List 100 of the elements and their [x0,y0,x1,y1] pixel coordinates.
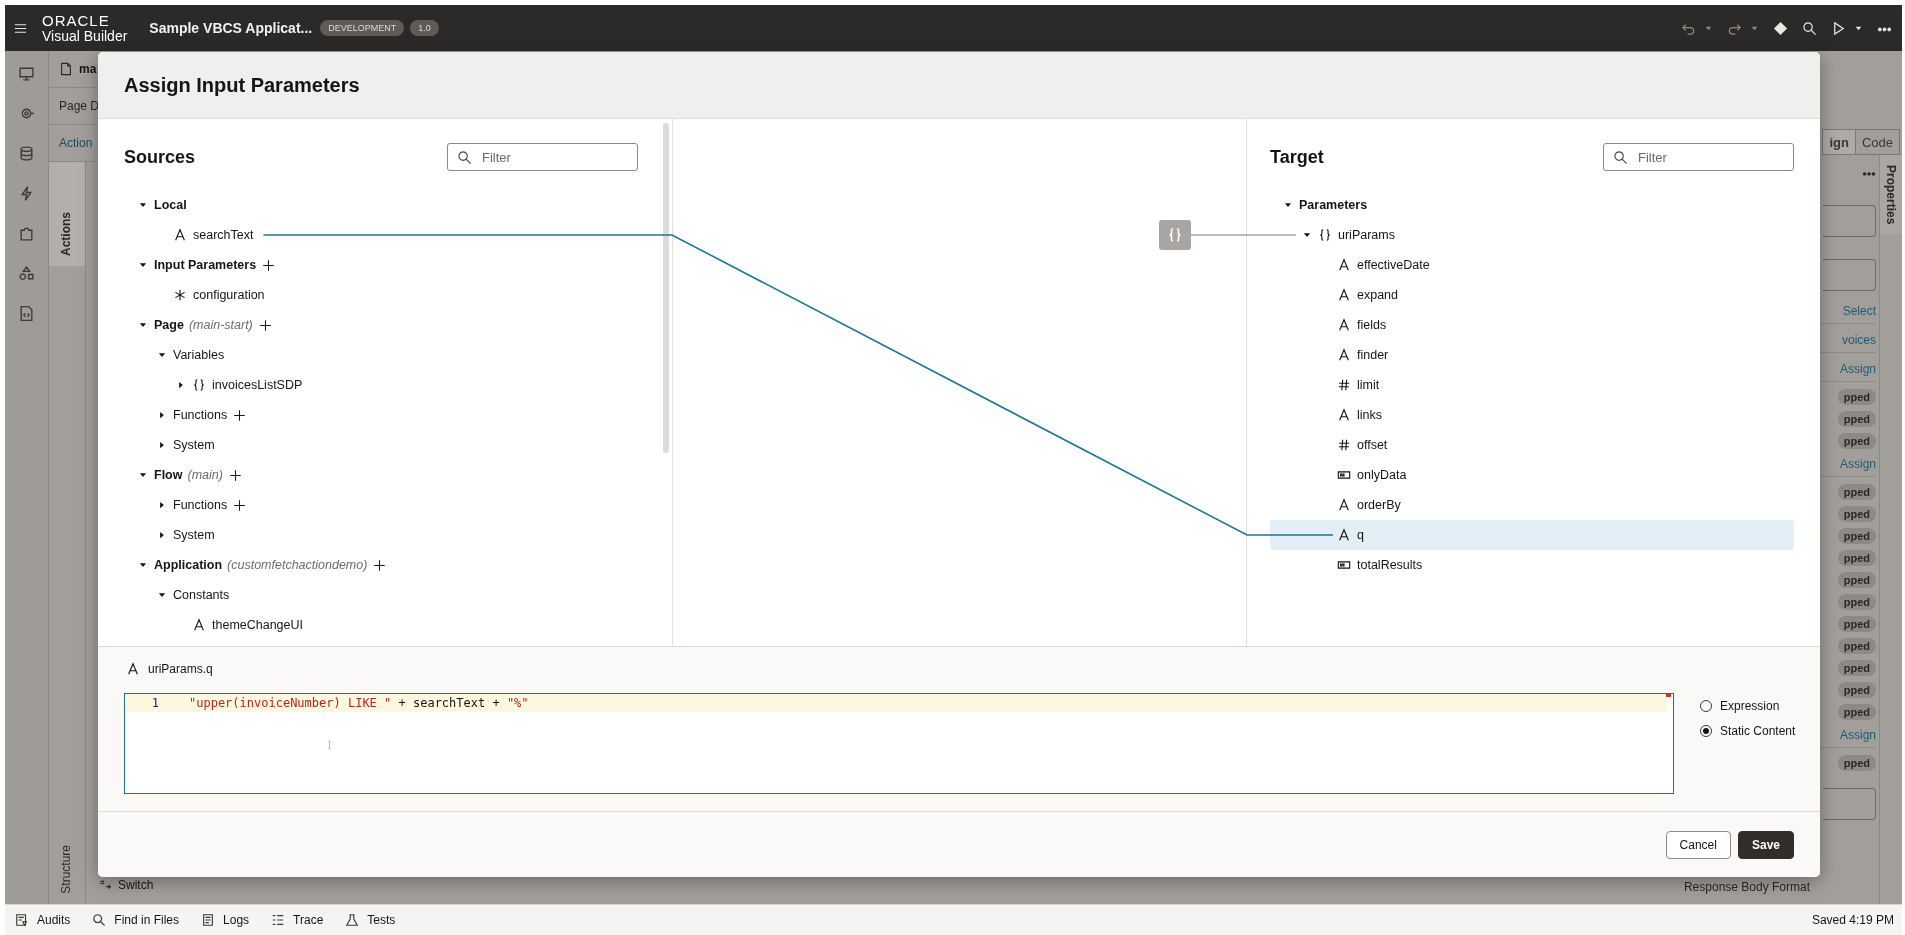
view-tab[interactable]: Code [1854,130,1899,154]
input-field[interactable] [1823,788,1876,820]
tree-row[interactable]: links [1270,400,1794,430]
tree-row[interactable]: uriParams [1270,220,1794,250]
report-icon[interactable] [15,913,29,927]
status-badge: pped [1837,528,1876,544]
status-badge: pped [1837,660,1876,676]
tree-row[interactable]: orderBy [1270,490,1794,520]
list-icon[interactable] [271,913,286,927]
status-badge: pped [1837,389,1876,405]
tree-row[interactable]: Parameters [1270,190,1794,220]
tree-label: Constants [173,588,230,602]
tree-row[interactable]: limit [1270,370,1794,400]
scrollbar[interactable] [663,123,669,453]
tree-label: limit [1357,378,1380,392]
file-tab[interactable]: ma [79,62,97,76]
tree-label: expand [1357,288,1398,302]
filter-field[interactable]: Filter [447,143,638,171]
monitor-icon[interactable] [18,65,35,82]
tree-row[interactable]: effectiveDate [1270,250,1794,280]
play-icon[interactable] [1831,20,1846,36]
add-icon[interactable] [228,468,242,482]
tree-label: Functions [173,408,228,422]
status-item[interactable]: Find in Files [114,913,180,927]
add-icon[interactable] [258,318,272,332]
action-item[interactable]: Switch [118,878,154,892]
tree-label: Input Parameters [154,258,257,272]
text-type-icon [1337,258,1351,272]
radio-label[interactable]: Expression [1720,699,1780,713]
status-item[interactable]: Audits [37,913,71,927]
status-item[interactable]: Logs [223,913,250,927]
status-badge: pped [1837,411,1876,427]
add-icon[interactable] [233,408,247,422]
scope-note: (main-start) [188,318,253,332]
tree-label: orderBy [1357,498,1401,512]
input-field[interactable] [1823,205,1876,237]
radio-button[interactable] [1700,700,1712,712]
tree-row[interactable]: expand [1270,280,1794,310]
code-editor[interactable]: 1 "upper(invoiceNumber) LIKE " + searchText + "%" [124,693,1674,794]
panel-title: Target [1270,146,1324,168]
save-button[interactable]: Save [1737,830,1794,859]
status-badge: pped [1837,755,1876,771]
tree-row[interactable]: fields [1270,310,1794,340]
status-badge: pped [1837,638,1876,654]
action-tab[interactable]: Action [59,136,93,150]
app-name[interactable]: Sample VBCS Applicat... [149,20,313,36]
search-icon [1613,150,1628,165]
text-type-icon [173,228,187,242]
env-badge: DEVELOPMENT [320,20,405,36]
braces-icon [1318,228,1332,242]
tree-label: effectiveDate [1357,258,1430,272]
input-field[interactable] [1823,259,1876,291]
field-label: Response Body Format [1683,880,1810,896]
hash-icon [1337,378,1351,392]
asterisk-icon [173,288,187,302]
flask-icon[interactable] [345,913,360,927]
text-type-icon [1337,408,1351,422]
side-tab[interactable]: Structure [49,835,85,904]
code-line: "upper(invoiceNumber) LIKE " + searchText + "%" [189,696,529,710]
tree-label: totalResults [1357,558,1423,572]
search-icon [457,150,472,165]
view-tab[interactable]: ign [1823,130,1855,154]
tree-label: links [1357,408,1382,422]
add-icon[interactable] [373,558,387,572]
status-badge: pped [1837,506,1876,522]
line-number: 1 [150,696,159,710]
side-tab[interactable]: Actions [49,162,85,266]
document-icon[interactable] [18,305,35,322]
text-type-icon [1337,498,1351,512]
side-tab[interactable]: Properties [1880,155,1902,235]
filter-field[interactable]: Filter [1603,143,1794,171]
text-type-icon [126,662,140,676]
error-marker [1666,694,1671,697]
scope-note: (main) [187,468,223,482]
tree-label: Parameters [1299,198,1368,212]
braces-icon [192,378,206,392]
diamond-icon[interactable] [1773,20,1788,36]
search-icon[interactable] [92,913,107,927]
tree-label: System [173,438,215,452]
add-icon[interactable] [262,258,276,272]
tree-row[interactable]: q [1270,520,1794,550]
tree-row[interactable]: totalResults [1270,550,1794,580]
bolt-icon[interactable] [18,185,35,202]
page-tab[interactable]: Page D [59,99,100,113]
cancel-button[interactable]: Cancel [1665,830,1731,859]
status-item[interactable]: Trace [293,913,324,927]
tree-label: Application [154,558,223,572]
radio-label[interactable]: Static Content [1720,724,1796,738]
shapes-icon[interactable] [18,265,35,282]
tree-label: Functions [173,498,228,512]
radio-button[interactable] [1700,725,1712,737]
tree-row[interactable]: offset [1270,430,1794,460]
tree-row[interactable]: finder [1270,340,1794,370]
status-item[interactable]: Tests [367,913,396,927]
database-icon[interactable] [18,145,35,162]
tree-row[interactable]: onlyData [1270,460,1794,490]
list-icon[interactable] [201,913,216,927]
text-type-icon [192,618,206,632]
add-icon[interactable] [233,498,247,512]
puzzle-icon[interactable] [18,225,35,242]
